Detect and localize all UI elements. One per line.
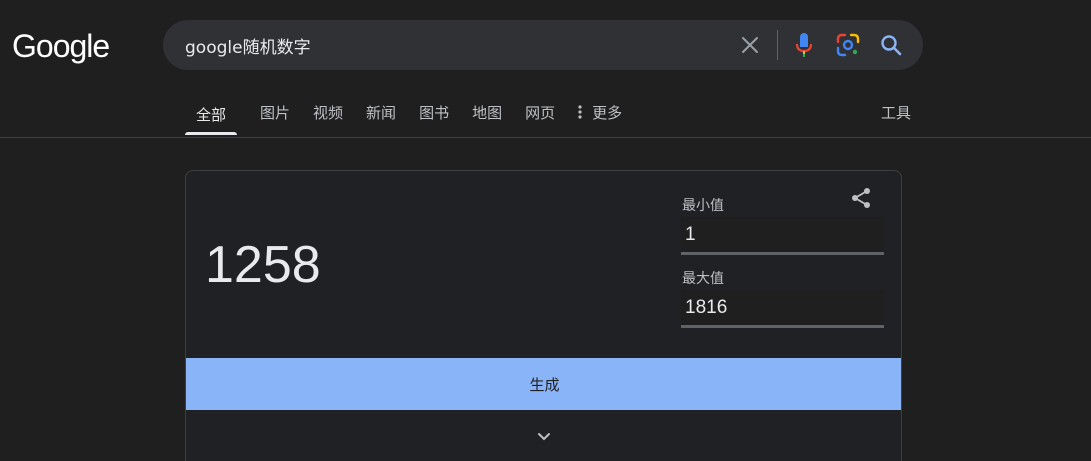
tab-books[interactable]: 图书	[419, 96, 449, 134]
tab-label: 更多	[592, 104, 623, 122]
min-input[interactable]	[681, 217, 884, 252]
tab-videos[interactable]: 视频	[313, 96, 343, 134]
search-results-page: Google google随机数字 全部 图片 视频 新闻 图书 地图 网页 更…	[0, 0, 1091, 461]
random-result: 1258	[205, 236, 321, 294]
search-tabs: 全部 图片 视频 新闻 图书 地图 网页 更多	[185, 96, 645, 137]
max-input[interactable]	[681, 290, 884, 325]
max-field[interactable]	[681, 290, 884, 328]
search-input[interactable]	[185, 20, 725, 70]
share-icon[interactable]	[848, 185, 874, 211]
search-icon[interactable]	[878, 32, 904, 58]
tab-label: 新闻	[366, 104, 397, 122]
tab-more[interactable]: 更多	[578, 96, 622, 134]
close-icon[interactable]	[737, 32, 763, 58]
random-number-card: 1258 最小值 最大值 生成	[185, 170, 902, 461]
tab-label: 图片	[260, 104, 291, 122]
tab-all[interactable]: 全部	[185, 96, 238, 135]
max-label: 最大值	[682, 271, 724, 287]
tab-label: 地图	[472, 104, 503, 122]
tab-images[interactable]: 图片	[260, 96, 290, 134]
chevron-down-icon[interactable]	[534, 427, 554, 447]
tools-button[interactable]: 工具	[881, 96, 911, 130]
min-label: 最小值	[682, 198, 724, 214]
tab-maps[interactable]: 地图	[472, 96, 502, 134]
tab-label: 图书	[419, 104, 450, 122]
search-box-divider	[777, 30, 778, 60]
search-box[interactable]	[163, 20, 923, 70]
tab-label: 网页	[525, 104, 556, 122]
tab-web[interactable]: 网页	[525, 96, 555, 134]
microphone-icon[interactable]	[791, 32, 817, 58]
tab-label: 视频	[313, 104, 344, 122]
tab-news[interactable]: 新闻	[366, 96, 396, 134]
header-divider	[0, 137, 1091, 138]
tab-label: 全部	[196, 106, 227, 124]
google-lens-icon[interactable]	[835, 32, 861, 58]
min-field[interactable]	[681, 217, 884, 255]
generate-button[interactable]: 生成	[186, 358, 901, 410]
vertical-dots-icon	[578, 104, 588, 122]
google-logo[interactable]: Google	[12, 26, 110, 66]
